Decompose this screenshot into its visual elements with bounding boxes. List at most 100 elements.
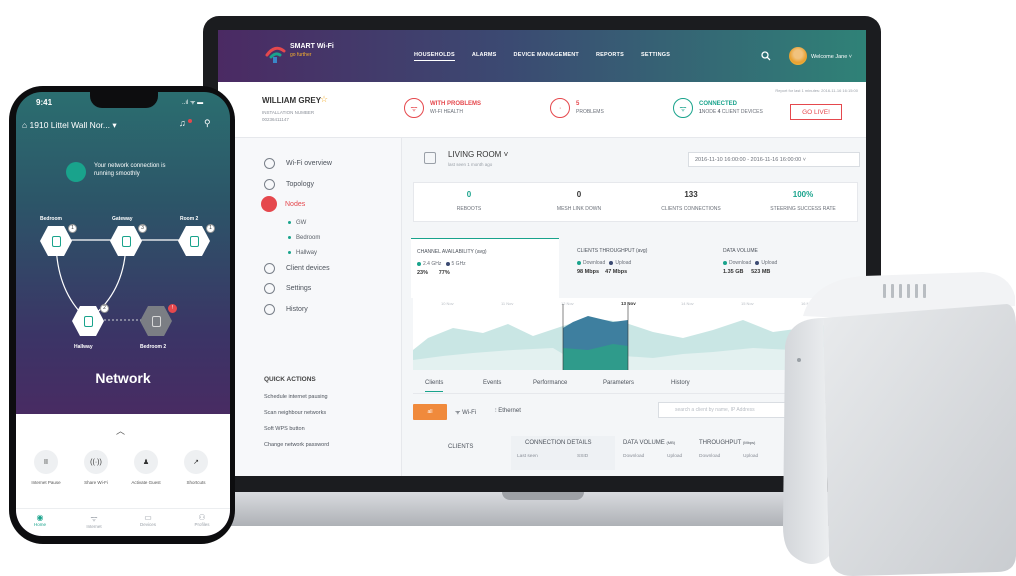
node-label: Gateway — [112, 216, 133, 222]
node-gw[interactable]: GW — [288, 220, 306, 226]
router-icon — [83, 315, 93, 327]
action-label: Internet Pause — [31, 480, 61, 485]
data-volume-header: DATA VOLUME (MB) Download Upload — [623, 440, 683, 459]
installation-number: 00236411147 — [262, 117, 289, 122]
sliders-icon — [264, 282, 275, 294]
brand-tagline: go further — [290, 52, 312, 58]
nav-households[interactable]: HOUSEHOLDS — [414, 52, 455, 61]
user-menu[interactable]: Welcome Jane ˅ — [811, 54, 852, 60]
nav-device-management[interactable]: DEVICE MANAGEMENT — [514, 52, 579, 61]
sidebar-item-nodes[interactable]: Nodes — [261, 196, 305, 212]
tab-clients-throughput[interactable]: CLIENTS THROUGHPUT (avg) Download Upload… — [571, 238, 711, 298]
node-bedroom[interactable]: Bedroom — [288, 235, 320, 241]
topology-icon — [264, 178, 275, 190]
wifi-icon: ᯤ — [404, 98, 424, 118]
nav-settings[interactable]: SETTINGS — [641, 52, 670, 61]
tab-history[interactable]: History — [671, 380, 690, 386]
tab-parameters[interactable]: Parameters — [603, 380, 634, 386]
kpi-steering: 100% STEERING SUCCESS RATE — [770, 190, 836, 212]
tab-clients[interactable]: Clients — [425, 380, 444, 392]
brand-logo-icon — [265, 46, 286, 63]
phone-icon — [264, 262, 275, 274]
tab-internet[interactable]: ᯤ Internet — [74, 513, 114, 529]
nav-reports[interactable]: REPORTS — [596, 52, 624, 61]
wifi-health-title: WITH PROBLEMS — [430, 101, 481, 107]
guest-icon[interactable]: ♟ — [134, 450, 158, 474]
node-badge: 1 — [68, 224, 77, 233]
network-title: Network — [95, 370, 151, 386]
tab-home[interactable]: ◉ Home — [20, 513, 60, 527]
router-icon — [51, 235, 61, 247]
node-hallway[interactable]: Hallway — [288, 250, 317, 256]
nav-alarms[interactable]: ALARMS — [472, 52, 497, 61]
sidebar: Wi-Fi overview Topology Nodes GW Bedroom… — [218, 138, 402, 476]
filter-wifi[interactable]: ᯤ Wi-Fi — [455, 408, 476, 416]
ethernet-icon: ⫶ — [495, 408, 497, 414]
tab-channel-availability[interactable]: CHANNEL AVAILABILITY (avg) 2.4 GHz 5 GHz… — [411, 238, 559, 298]
phone-tab-bar: ◉ Home ᯤ Internet ▭ Devices ⚇ Profiles — [16, 508, 230, 536]
search-icon[interactable] — [761, 51, 771, 61]
chevron-up-icon[interactable]: ︿ — [116, 424, 125, 437]
share-wifi-icon[interactable]: ((·)) — [84, 450, 108, 474]
pause-icon[interactable]: II — [34, 450, 58, 474]
alert-icon: ᐧ — [550, 98, 570, 118]
kpi-reboots: 0 REBOOTS — [456, 190, 482, 212]
tab-performance[interactable]: Performance — [533, 380, 567, 386]
installation-label: INSTALLATION NUMBER — [262, 110, 315, 115]
sidebar-item-settings[interactable]: Settings — [264, 281, 311, 295]
household-name: WILLIAM GREY — [262, 96, 322, 105]
router-icon — [424, 152, 436, 164]
action-label: Share Wi-Fi — [84, 480, 108, 485]
connected-wifi-icon: ᯤ — [673, 98, 693, 118]
kpi-mesh-link: 0 MESH LINK DOWN — [556, 190, 602, 212]
devices-icon: ▭ — [144, 513, 152, 522]
router-icon — [121, 235, 131, 247]
node-label: Bedroom — [40, 216, 62, 222]
filter-ethernet[interactable]: ⫶ Ethernet — [495, 408, 521, 415]
date-range-picker[interactable]: 2016-11-10 16:00:00 - 2016-11-16 16:00:0… — [688, 152, 860, 167]
wifi-icon: ᯤ — [90, 514, 98, 523]
clock-icon — [264, 157, 275, 169]
tab-profiles[interactable]: ⚇ Profiles — [182, 513, 222, 527]
filter-all-button[interactable]: all — [413, 404, 447, 420]
qa-change-password[interactable]: Change network password — [264, 442, 329, 448]
shortcut-icon[interactable]: ↗ — [184, 450, 208, 474]
clients-column-header: CLIENTS — [448, 444, 474, 450]
room-last-seen: last seen 1 month ago — [448, 162, 493, 167]
profiles-icon: ⚇ — [198, 513, 206, 522]
bottom-sheet: ︿ II ((·)) ♟ ↗ Internet Pause Share Wi-F… — [16, 414, 230, 536]
connected-summary: 1NODE 4 CLIENT DEVICES — [699, 109, 763, 115]
node-label: Room 2 — [180, 216, 199, 222]
router-icon — [189, 235, 199, 247]
node-badge: 2 — [100, 304, 109, 313]
top-navbar: SMART Wi-Fi go further HOUSEHOLDS ALARMS… — [218, 30, 866, 82]
node-badge: 3 — [138, 224, 147, 233]
sidebar-item-topology[interactable]: Topology — [264, 177, 314, 191]
problems-label: PROBLEMS — [576, 109, 604, 115]
connection-details-header: CONNECTION DETAILS Last seen SSID — [511, 436, 615, 470]
room-selector[interactable]: LIVING ROOM ˅ — [448, 150, 508, 159]
sidebar-item-client-devices[interactable]: Client devices — [264, 261, 330, 275]
tab-devices[interactable]: ▭ Devices — [128, 513, 168, 527]
go-live-button[interactable]: GO LIVE! — [790, 104, 842, 120]
phone-screen: 9:41 ..ıl ᯤ ▬ ⌂ 1910 Littel Wall Nor... … — [16, 92, 230, 536]
favorite-star-icon[interactable]: ☆ — [320, 94, 328, 105]
node-label: Bedroom 2 — [140, 344, 167, 350]
connected-title: CONNECTED — [699, 101, 738, 107]
tab-events[interactable]: Events — [483, 380, 501, 386]
sidebar-item-history[interactable]: History — [264, 302, 308, 316]
node-label: Hallway — [74, 344, 93, 350]
laptop-screen: SMART Wi-Fi go further HOUSEHOLDS ALARMS… — [218, 30, 866, 476]
status-led — [797, 358, 801, 362]
sidebar-item-wifi-overview[interactable]: Wi-Fi overview — [264, 156, 332, 170]
qa-scan-networks[interactable]: Scan neighbour networks — [264, 410, 326, 416]
router-icon — [151, 315, 161, 327]
kpi-client-connections: 133 CLIENTS CONNECTIONS — [661, 190, 721, 212]
device-side — [783, 318, 829, 564]
household-header: WILLIAM GREY ☆ INSTALLATION NUMBER 00236… — [218, 82, 866, 138]
qa-soft-wps[interactable]: Soft WPS button — [264, 426, 305, 432]
laptop-notch — [502, 492, 584, 500]
qa-schedule-pausing[interactable]: Schedule internet pausing — [264, 394, 328, 400]
avatar[interactable] — [789, 47, 807, 65]
mesh-router-device — [783, 272, 1016, 576]
